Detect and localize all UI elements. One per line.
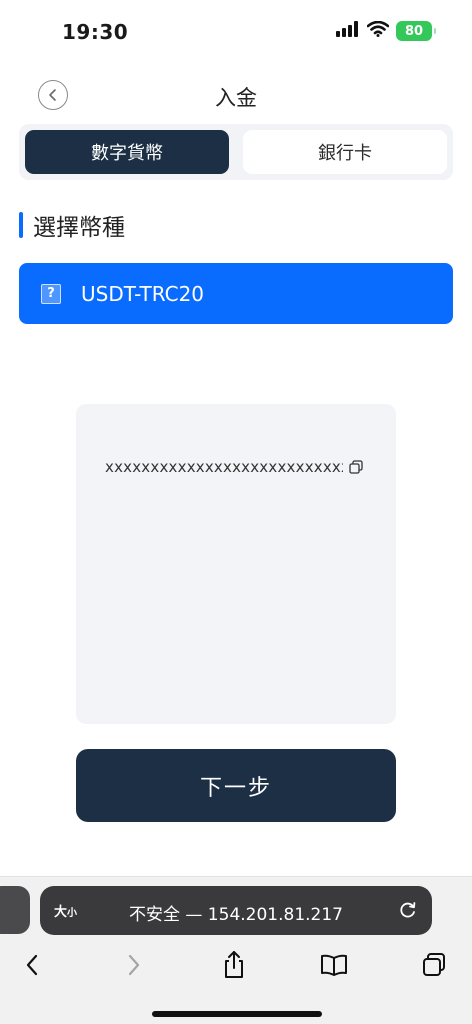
broken-image-icon: ? [41, 283, 61, 304]
currency-label: USDT-TRC20 [81, 281, 205, 306]
url-text: 不安全 — 154.201.81.217 [129, 905, 343, 925]
share-icon[interactable] [216, 947, 252, 983]
forward-arrow-icon[interactable] [116, 947, 152, 983]
previous-tab-preview[interactable] [0, 886, 30, 934]
status-bar: 19:30 80 [0, 0, 472, 62]
back-arrow-icon[interactable] [14, 947, 50, 983]
status-time: 19:30 [62, 20, 129, 44]
deposit-address: xxxxxxxxxxxxxxxxxxxxxxxxxxxxx [105, 458, 343, 476]
bookmarks-icon[interactable] [316, 947, 352, 983]
section-title: 選擇幣種 [33, 215, 125, 241]
tabs-icon[interactable] [416, 947, 452, 983]
next-step-button[interactable]: 下一步 [76, 749, 396, 822]
tab-bank-card[interactable]: 銀行卡 [243, 130, 447, 174]
section-heading: 選擇幣種 [19, 210, 125, 241]
currency-option-usdt-trc20[interactable]: ? USDT-TRC20 [19, 263, 453, 324]
address-bar[interactable]: 大小 不安全 — 154.201.81.217 [40, 886, 432, 935]
battery-indicator: 80 [396, 21, 436, 41]
wifi-icon [366, 20, 390, 41]
tab-digital-currency[interactable]: 數字貨幣 [25, 130, 229, 174]
browser-bottom-bar: 大小 不安全 — 154.201.81.217 [0, 876, 472, 1024]
deposit-page: 19:30 80 入金 數字貨幣 銀行卡 選擇幣種 ? USDT-TRC20 x… [0, 0, 472, 1024]
browser-toolbar [0, 947, 472, 987]
copy-icon[interactable] [349, 460, 363, 474]
cellular-signal-icon [336, 21, 360, 41]
deposit-address-card: xxxxxxxxxxxxxxxxxxxxxxxxxxxxx [76, 404, 396, 724]
reload-icon[interactable] [398, 900, 418, 920]
address-row: xxxxxxxxxxxxxxxxxxxxxxxxxxxxx [105, 458, 363, 476]
home-indicator [152, 1011, 322, 1017]
payment-method-tabs: 數字貨幣 銀行卡 [19, 124, 453, 180]
page-title: 入金 [215, 86, 257, 110]
status-icons: 80 [336, 20, 436, 41]
section-accent-bar [19, 212, 23, 238]
